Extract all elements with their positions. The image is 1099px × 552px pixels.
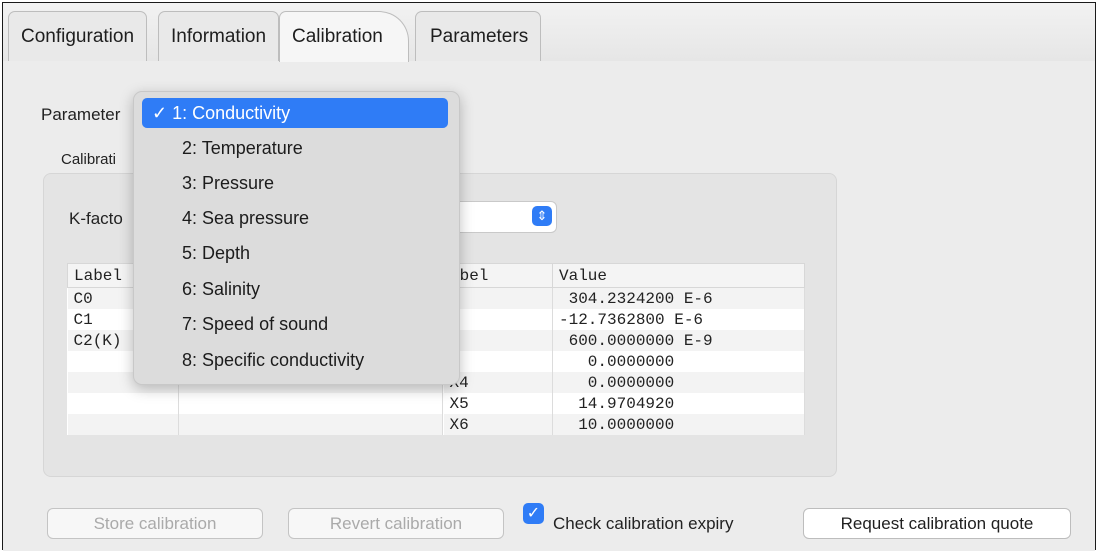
cell-value: 600.0000000 E-9 [552,330,805,351]
column-header-value: Value [552,263,805,288]
table-row[interactable]: X6 10.0000000 [443,414,805,435]
right-coefficients-table: abel Value 0 304.2324200 E-6 1-12.736280… [443,263,805,435]
window: Configuration Information Calibration Pa… [2,2,1096,551]
menu-item-temperature[interactable]: 2: Temperature [142,133,448,163]
store-calibration-button[interactable]: Store calibration [47,508,263,539]
cell-label: X6 [443,414,553,435]
table-row[interactable]: 2 600.0000000 E-9 [443,330,805,351]
menu-item-salinity[interactable]: 6: Salinity [142,274,448,304]
table-row[interactable]: 3 0.0000000 [443,351,805,372]
kfactor-label: K-facto [69,209,123,228]
menu-item-conductivity[interactable]: ✓ 1: Conductivity [142,98,448,128]
cell-value: 0.0000000 [552,372,805,393]
check-expiry-checkbox[interactable]: ✓ [523,503,544,524]
table-row[interactable] [67,393,443,414]
menu-item-sea-pressure[interactable]: 4: Sea pressure [142,203,448,233]
menu-item-speed-of-sound[interactable]: 7: Speed of sound [142,309,448,339]
menu-item-depth[interactable]: 5: Depth [142,238,448,268]
table-row[interactable]: X5 14.9704920 [443,393,805,414]
tab-configuration[interactable]: Configuration [8,11,148,61]
cell-label [67,393,179,414]
check-expiry-label: Check calibration expiry [553,514,734,533]
table-row[interactable]: X4 0.0000000 [443,372,805,393]
table-row[interactable]: 0 304.2324200 E-6 [443,287,805,309]
menu-item-pressure[interactable]: 3: Pressure [142,168,448,198]
tab-parameters[interactable]: Parameters [415,11,541,61]
menu-item-specific-conductivity[interactable]: 8: Specific conductivity [142,345,448,375]
select-stepper-icon: ⇕ [532,206,552,226]
cell-value: 304.2324200 E-6 [552,287,805,309]
cell-value: -12.7362800 E-6 [552,309,805,330]
table-row[interactable] [67,414,443,435]
tab-calibration[interactable]: Calibration [279,11,409,62]
revert-calibration-button[interactable]: Revert calibration [288,508,504,539]
request-calibration-quote-button[interactable]: Request calibration quote [803,508,1071,539]
cell-value: 14.9704920 [552,393,805,414]
tab-bar: Configuration Information Calibration Pa… [3,3,1095,62]
cell-label [67,414,179,435]
cell-value: 0.0000000 [552,351,805,372]
cell-label: X5 [443,393,553,414]
parameter-dropdown-menu: ✓ 1: Conductivity 2: Temperature 3: Pres… [133,91,460,385]
cell-value: 10.0000000 [552,414,805,435]
parameter-label: Parameter [41,105,121,124]
table-row[interactable]: 1-12.7362800 E-6 [443,309,805,330]
calibration-group-title: Calibrati [61,151,117,168]
tab-information[interactable]: Information [158,11,280,61]
